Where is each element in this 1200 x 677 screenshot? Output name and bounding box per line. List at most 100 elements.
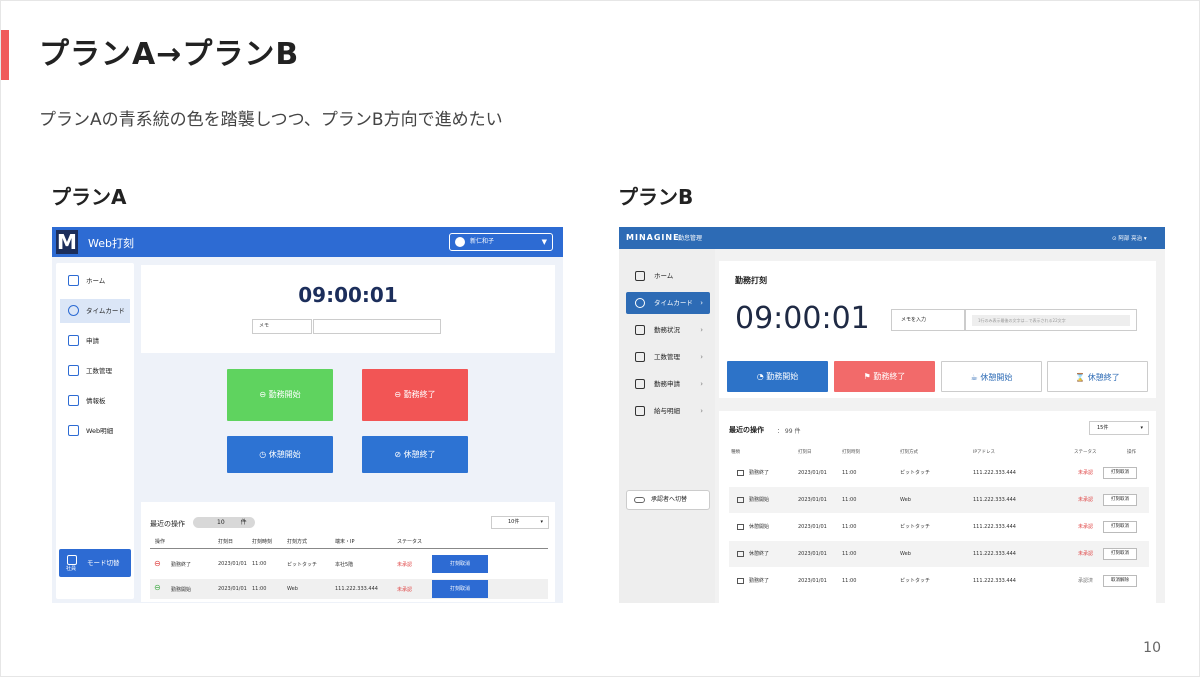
table-cell: 2023/01/01 (798, 524, 827, 530)
break-start-button[interactable]: ◷ 休憩開始 (227, 436, 333, 473)
logout-icon: ⊖ (154, 559, 161, 568)
chevron-right-icon: › (700, 299, 703, 307)
column-header: 操作 (155, 539, 166, 545)
page-size-select[interactable]: 15件 ▾ (1089, 421, 1149, 435)
table-cell: Web (900, 497, 911, 503)
plan-a-screenshot: M Web打刻 新仁和子 ▼ ホーム タイムカード 申請 工数管理 情報板 We… (52, 227, 563, 603)
cancel-punch-button[interactable]: 打刻取消 (432, 555, 488, 573)
column-header: 打刻時刻 (842, 450, 860, 455)
table-row: 勤務終了 2023/01/01 11:00 ピットタッチ 111.222.333… (729, 460, 1149, 486)
logout-icon: ⊖ (394, 390, 404, 399)
sidebar-item-label: ホーム (654, 272, 674, 280)
table-cell: 11:00 (842, 470, 857, 476)
sidebar-item-workload[interactable]: 工数管理 (60, 359, 130, 383)
column-header: 打刻日 (218, 539, 234, 545)
table-cell: 111.222.333.444 (973, 551, 1016, 557)
sidebar-item-request[interactable]: 申請 (60, 329, 130, 353)
plan-a-sidebar: ホーム タイムカード 申請 工数管理 情報板 Web明細 社員 モード切替 (56, 263, 134, 599)
clock-icon (635, 298, 645, 308)
user-avatar-icon (455, 237, 465, 247)
column-header: ステータス (1074, 450, 1097, 455)
sidebar-item-work-status[interactable]: 勤務状況 › (626, 319, 710, 341)
recent-count-badge: 10 件 (193, 517, 255, 528)
break-end-button[interactable]: ⊘ 休憩終了 (362, 436, 468, 473)
sidebar-item-label: 情報板 (86, 397, 106, 405)
hourglass-icon: ⌛ (1075, 373, 1088, 382)
cancel-punch-button[interactable]: 打刻取消 (432, 580, 488, 598)
table-cell: 勤務終了 (749, 578, 770, 584)
sidebar-item-workload[interactable]: 工数管理 › (626, 346, 710, 368)
sidebar-item-label: タイムカード (86, 307, 125, 315)
sidebar-item-label: 工数管理 (654, 353, 680, 361)
table-cell: 勤務終了 (749, 470, 770, 476)
approver-switch-button[interactable]: 承認者へ切替 (626, 490, 710, 510)
sidebar-item-work-request[interactable]: 勤務申請 › (626, 373, 710, 395)
recent-title: 最近の操作 (150, 520, 185, 528)
sidebar-item-label: 給与明細 (654, 407, 680, 415)
cancel-punch-button[interactable]: 打刻取消 (1103, 548, 1137, 560)
column-header: 操作 (1127, 450, 1136, 455)
page-size-select[interactable]: 10件 ▾ (491, 516, 549, 529)
sidebar-item-home[interactable]: ホーム (626, 265, 710, 287)
break-start-button[interactable]: ☕ 休憩開始 (941, 361, 1042, 392)
memo-input[interactable] (313, 319, 441, 334)
work-start-button[interactable]: ◔ 勤務開始 (727, 361, 828, 392)
undo-cancel-button[interactable]: 取消解除 (1103, 575, 1137, 587)
work-end-button[interactable]: ⊖ 勤務終了 (362, 369, 468, 421)
table-cell: 111.222.333.444 (973, 578, 1016, 584)
button-label: 勤務開始 (766, 372, 799, 381)
sidebar-item-label: Web明細 (86, 427, 114, 435)
checklist-icon (68, 335, 79, 346)
page-size-value: 10件 (508, 519, 520, 525)
title-accent-bar (1, 30, 9, 80)
button-label: 休憩開始 (980, 373, 1013, 382)
toggle-icon (634, 497, 645, 503)
table-cell: 休憩終了 (749, 551, 770, 557)
column-header: 種類 (731, 450, 740, 455)
board-icon (68, 395, 79, 406)
login-icon: ⊖ (154, 583, 161, 592)
sidebar-item-home[interactable]: ホーム (60, 269, 130, 293)
mode-switch-button[interactable]: 社員 モード切替 (59, 549, 131, 577)
memo-input[interactable]: 1行のみ表示最後の文字は…で表示される22文字 (965, 309, 1137, 331)
work-start-button[interactable]: ⊖ 勤務開始 (227, 369, 333, 421)
table-cell: 11:00 (842, 578, 857, 584)
status-badge: 未承認 (1078, 497, 1094, 503)
table-row: 勤務開始 2023/01/01 11:00 Web 111.222.333.44… (729, 487, 1149, 513)
sidebar-item-label: ホーム (86, 277, 106, 285)
user-dropdown[interactable]: 新仁和子 ▼ (449, 233, 553, 251)
current-time: 09:00:01 (298, 283, 398, 307)
recent-operations-card: 最近の操作 10 件 10件 ▾ 操作 打刻日 打刻時刻 打刻方式 端末・IP ス… (141, 502, 555, 602)
table-cell: ピットタッチ (287, 562, 318, 568)
button-label: 休憩終了 (1087, 373, 1120, 382)
button-label: 休憩開始 (268, 450, 301, 459)
clock-card: 09:00:01 メモ (141, 265, 555, 353)
cancel-punch-button[interactable]: 打刻取消 (1103, 521, 1137, 533)
column-header: 打刻日 (798, 450, 812, 455)
sidebar-item-board[interactable]: 情報板 (60, 389, 130, 413)
work-end-button[interactable]: ⚑ 勤務終了 (834, 361, 935, 392)
table-cell: 2023/01/01 (798, 578, 827, 584)
cancel-punch-button[interactable]: 打刻取消 (1103, 467, 1137, 479)
break-end-button[interactable]: ⌛ 休憩終了 (1047, 361, 1148, 392)
recent-count-unit: 件 (240, 519, 247, 526)
flag-icon: ⚑ (863, 372, 874, 381)
table-cell: Web (287, 586, 298, 592)
slide-title: プランA→プランB (39, 37, 300, 72)
inbox-icon (635, 379, 645, 389)
status-badge: 未承認 (397, 562, 413, 568)
button-label: 勤務終了 (403, 390, 436, 399)
sidebar-item-timecard[interactable]: タイムカード › (626, 292, 710, 314)
user-menu[interactable]: ⊙ 阿部 亮治 ▾ (1112, 234, 1147, 242)
memo-label: メモ (252, 319, 312, 334)
cancel-punch-button[interactable]: 打刻取消 (1103, 494, 1137, 506)
sidebar-item-payslip[interactable]: 給与明細 › (626, 400, 710, 422)
sidebar-item-web-statement[interactable]: Web明細 (60, 419, 130, 443)
clock-icon (737, 497, 744, 503)
chevron-right-icon: › (700, 380, 703, 388)
mode-sub-label: 社員 (66, 566, 77, 572)
sidebar-item-timecard[interactable]: タイムカード (60, 299, 130, 323)
memo-label: メモを入力 (891, 309, 965, 331)
plan-b-label: プランB (618, 185, 694, 209)
brand-logo: MINAGINE (626, 233, 680, 242)
